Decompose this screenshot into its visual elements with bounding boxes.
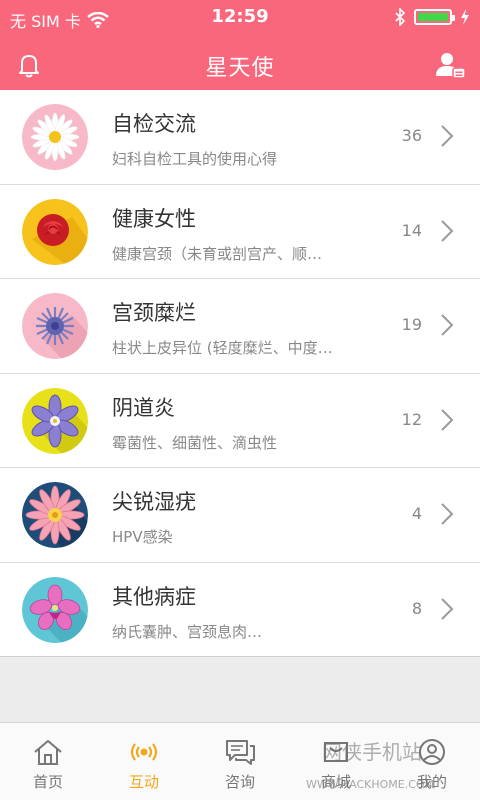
tab-consult[interactable]: 咨询	[192, 723, 288, 800]
chevron-right-icon	[441, 408, 454, 431]
item-subtitle: 健康宫颈（未育或剖宫产、顺…	[112, 244, 323, 263]
forum-list: 自检交流 妇科自检工具的使用心得 36 健康女性 健康宫颈（未育或剖宫产、顺… …	[0, 90, 480, 657]
blue-flower-icon	[22, 293, 88, 359]
item-title: 尖锐湿疣	[112, 490, 196, 514]
list-item-condyloma[interactable]: 尖锐湿疣 HPV感染 4	[0, 468, 480, 563]
item-count: 14	[401, 220, 422, 240]
purple-flower-icon	[22, 387, 88, 454]
charging-icon	[461, 9, 469, 25]
item-count: 4	[411, 504, 422, 523]
item-subtitle: HPV感染	[112, 528, 173, 546]
item-count: 8	[411, 598, 422, 618]
watermark-url: WWW.HACKHOME.COM	[306, 778, 435, 791]
item-subtitle: 纳氏囊肿、宫颈息肉…	[112, 622, 263, 641]
bluetooth-icon	[395, 8, 406, 26]
status-bar: 无 SIM 卡 12:59	[0, 0, 480, 40]
broadcast-icon	[130, 743, 158, 761]
item-subtitle: 柱状上皮异位 (轻度糜烂、中度…	[112, 339, 333, 357]
pink-lotus-icon	[22, 482, 88, 548]
tab-home[interactable]: 首页	[0, 723, 96, 800]
list-item-other-conditions[interactable]: 其他病症 纳氏囊肿、宫颈息肉… 8	[0, 562, 480, 657]
item-title: 健康女性	[112, 206, 196, 231]
list-item-cervical-erosion[interactable]: 宫颈糜烂 柱状上皮异位 (轻度糜烂、中度… 19	[0, 279, 480, 374]
tab-label: 首页	[32, 773, 63, 791]
red-rose-icon	[22, 198, 88, 265]
home-icon	[34, 740, 62, 765]
item-title: 宫颈糜烂	[112, 301, 196, 325]
list-item-self-check[interactable]: 自检交流 妇科自检工具的使用心得 36	[0, 90, 480, 185]
watermark: 网侠手机站 WWW.HACKHOME.COM	[300, 736, 460, 796]
user-settings-icon[interactable]	[434, 50, 466, 80]
orchid-icon	[22, 576, 88, 643]
item-subtitle: 霉菌性、细菌性、滴虫性	[112, 433, 278, 452]
item-title: 自检交流	[112, 112, 196, 136]
battery-icon	[414, 9, 455, 25]
page-title: 星天使	[205, 56, 275, 81]
item-subtitle: 妇科自检工具的使用心得	[112, 150, 278, 168]
chevron-right-icon	[441, 219, 454, 242]
chevron-right-icon	[441, 597, 454, 620]
white-daisy-icon	[22, 104, 88, 170]
status-right	[394, 8, 470, 26]
item-count: 36	[401, 126, 422, 145]
nav-bar: 星天使	[0, 40, 480, 90]
tab-label: 互动	[128, 773, 159, 791]
watermark-text: 网侠手机站	[322, 740, 422, 764]
list-item-vaginitis[interactable]: 阴道炎 霉菌性、细菌性、滴虫性 12	[0, 373, 480, 468]
chevron-right-icon	[441, 125, 454, 147]
item-count: 19	[401, 315, 422, 334]
item-title: 阴道炎	[112, 395, 175, 420]
item-title: 其他病症	[112, 584, 196, 609]
chevron-right-icon	[441, 314, 454, 336]
tab-interaction[interactable]: 互动	[96, 723, 192, 800]
chevron-right-icon	[441, 503, 454, 525]
list-item-healthy-women[interactable]: 健康女性 健康宫颈（未育或剖宫产、顺… 14	[0, 184, 480, 279]
tab-label: 咨询	[224, 773, 255, 791]
chat-icon	[226, 740, 255, 765]
item-count: 12	[401, 409, 422, 429]
